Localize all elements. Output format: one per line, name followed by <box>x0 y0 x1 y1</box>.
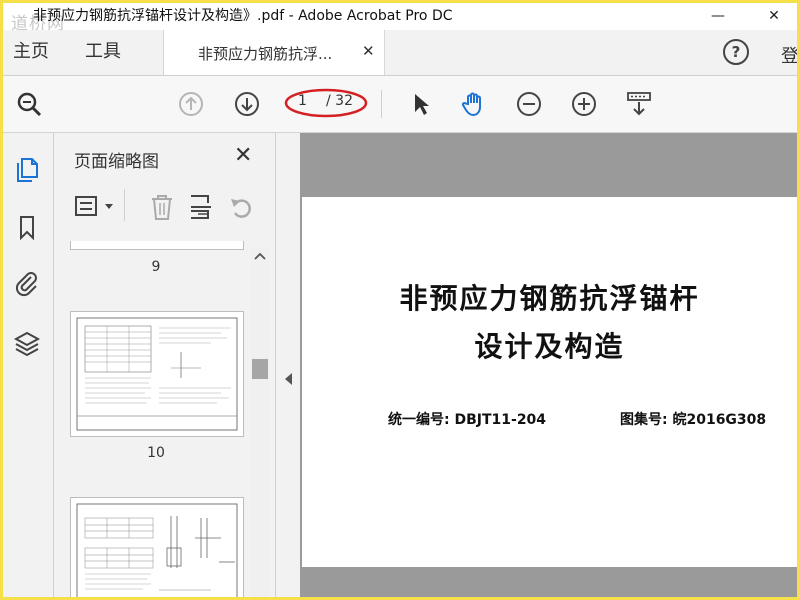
tab-home[interactable]: 主页 <box>13 40 49 64</box>
window-title: 非预应力钢筋抗浮锚杆设计及构造》.pdf - Adobe Acrobat Pro… <box>33 8 453 24</box>
help-icon[interactable]: ? <box>723 39 749 65</box>
zoom-out-icon[interactable] <box>515 90 543 118</box>
panel-scroll-thumb[interactable] <box>252 359 268 379</box>
bookmark-icon[interactable] <box>13 213 41 241</box>
attachment-icon[interactable] <box>13 269 41 297</box>
chevron-down-icon[interactable] <box>104 203 114 211</box>
document-title-line-2: 设计及构造 <box>474 330 625 363</box>
menu-tab-bar: 主页 工具 非预应力钢筋抗浮... ✕ ? 登 <box>3 30 797 76</box>
thumbnail-options-icon[interactable] <box>74 195 102 219</box>
toolbar-separator <box>381 90 382 118</box>
rotate-page-icon[interactable] <box>228 193 254 221</box>
pdf-page[interactable]: 非预应力钢筋抗浮锚杆 设计及构造 统一编号: DBJT11-204 图集号: 皖… <box>302 197 797 567</box>
left-navigation-rail <box>3 133 54 597</box>
document-atlas-number: 图集号: 皖2016G308 <box>620 412 767 428</box>
thumbnail-panel: 页面缩略图 ✕ 9 10 <box>54 133 274 597</box>
next-page-icon[interactable] <box>233 90 261 118</box>
collapse-panel-arrow-icon[interactable] <box>285 373 292 385</box>
thumbnail-page-10-content <box>76 317 238 431</box>
thumbnail-page-10[interactable] <box>70 311 244 437</box>
panel-toolbar <box>64 187 264 227</box>
select-cursor-icon[interactable] <box>407 90 435 118</box>
scroll-up-icon[interactable] <box>254 252 266 260</box>
previous-page-icon[interactable] <box>177 90 205 118</box>
red-annotation-ellipse <box>284 88 368 118</box>
sign-in-link[interactable]: 登 <box>781 42 797 68</box>
tab-tools[interactable]: 工具 <box>85 40 121 64</box>
toolbar: 1 / 32 <box>3 76 797 133</box>
page-thumbnails-icon[interactable] <box>13 155 41 183</box>
app-window: 道桥网 非预应力钢筋抗浮锚杆设计及构造》.pdf - Adobe Acrobat… <box>0 0 800 600</box>
document-code: 统一编号: DBJT11-204 <box>388 412 547 428</box>
insert-page-icon[interactable] <box>188 193 214 221</box>
thumbnail-number: 9 <box>151 259 161 275</box>
panel-title: 页面缩略图 <box>74 152 159 172</box>
document-title-line-1: 非预应力钢筋抗浮锚杆 <box>399 282 700 315</box>
close-window-button[interactable]: ✕ <box>751 3 797 30</box>
layers-icon[interactable] <box>13 329 41 357</box>
panel-scrollbar[interactable] <box>251 248 269 597</box>
hand-tool-icon[interactable] <box>460 90 488 118</box>
thumbnail-page-11[interactable] <box>70 497 244 597</box>
document-tab-close-button[interactable]: ✕ <box>362 42 375 60</box>
title-bar: 道桥网 非预应力钢筋抗浮锚杆设计及构造》.pdf - Adobe Acrobat… <box>3 3 797 34</box>
panel-close-button[interactable]: ✕ <box>234 143 252 168</box>
minimize-button[interactable]: — <box>695 3 741 30</box>
delete-page-icon[interactable] <box>149 193 175 221</box>
thumbnail-number: 10 <box>147 445 165 461</box>
zoom-in-icon[interactable] <box>570 90 598 118</box>
find-zoom-icon[interactable] <box>15 90 43 118</box>
panel-splitter[interactable] <box>275 133 300 597</box>
document-tab-label: 非预应力钢筋抗浮... <box>198 45 333 63</box>
thumbnail-page-11-content <box>76 503 238 597</box>
thumbnail-page-9[interactable] <box>70 241 244 250</box>
panel-toolbar-separator <box>124 189 125 221</box>
scroll-mode-icon[interactable] <box>625 90 653 118</box>
document-tab[interactable]: 非预应力钢筋抗浮... ✕ <box>163 30 385 75</box>
